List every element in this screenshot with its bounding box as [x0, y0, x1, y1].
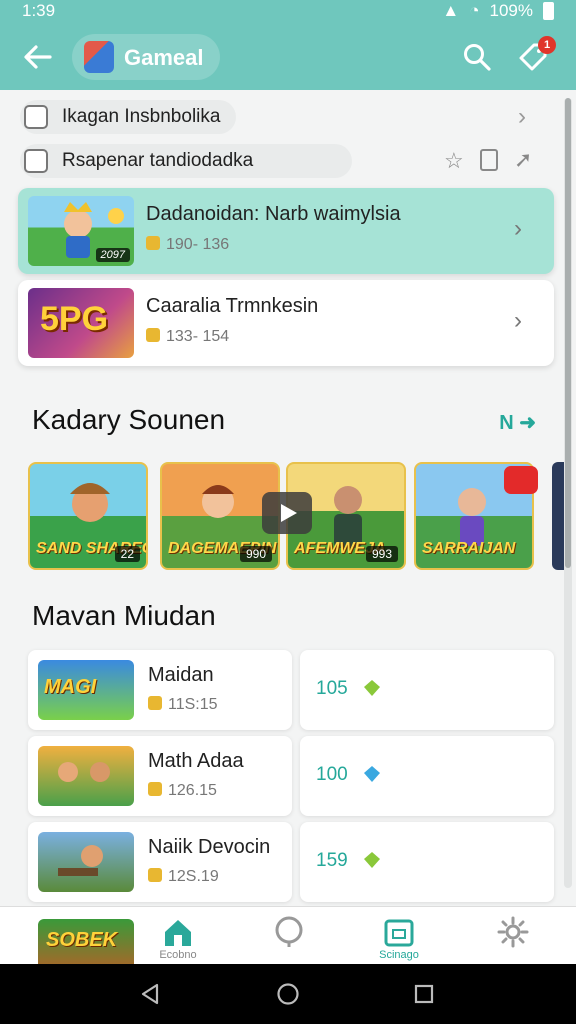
share-icon[interactable]: ➚	[514, 147, 532, 173]
thumb-logo-text: MAGI	[44, 676, 97, 698]
battery-percent: 109%	[489, 1, 533, 20]
thumb-badge: 2097	[95, 248, 130, 262]
game-thumbnail: 5PG	[28, 288, 134, 358]
status-bar: 1:39 ▲ ◔ 109%	[0, 0, 576, 24]
game-thumbnail: MAGI	[38, 660, 134, 720]
app-bar: Gameal 1	[0, 24, 576, 90]
scrollbar-thumb[interactable]	[565, 98, 571, 568]
list-item-value[interactable]: 100	[300, 736, 554, 816]
status-time: 1:39	[22, 1, 56, 20]
featured-card[interactable]: 5PG Caaralia Trmnkesin 133- 154 ›	[18, 280, 554, 366]
system-navigation-bar	[0, 964, 576, 1024]
bottom-navigation: SOBEK Ecobno Scinago	[0, 906, 576, 965]
quick-row-1[interactable]: Ikagan Insbnbolika	[20, 100, 236, 134]
green-gem-icon	[364, 680, 380, 696]
item-value: 100	[316, 764, 348, 785]
card-meta: 133- 154	[146, 328, 229, 346]
notification-badge: 1	[538, 36, 556, 54]
item-value: 159	[316, 850, 348, 871]
bookmark-icon	[24, 149, 48, 173]
chat-icon	[275, 916, 303, 947]
quick-row-label: Rsapenar tandiodadka	[62, 150, 254, 171]
thumb-logo-text: SOBEK	[46, 929, 118, 951]
featured-card[interactable]: 2097 Dadanoidan: Narb waimylsia 190- 136…	[18, 188, 554, 274]
chevron-right-icon: ›	[514, 307, 522, 334]
recents-square-icon[interactable]	[412, 982, 436, 1006]
tile-label: SARRAIJAN	[422, 540, 516, 557]
coin-icon	[148, 868, 162, 882]
item-name: Maidan	[148, 664, 214, 686]
tile-badge: 22	[114, 546, 140, 562]
tile-badge: 990	[239, 546, 272, 562]
game-thumbnail: 2097	[28, 196, 134, 266]
arrow-right-icon: ➜	[519, 412, 536, 434]
play-video-icon[interactable]	[262, 492, 312, 534]
item-name: Math Adaa	[148, 750, 244, 772]
nav-home[interactable]: Ecobno	[143, 913, 213, 965]
back-triangle-icon[interactable]	[138, 982, 162, 1006]
app-title: Gameal	[124, 45, 204, 70]
list-item[interactable]: Math Adaa 126.15	[28, 736, 292, 816]
item-meta: 12S.19	[148, 868, 219, 886]
calendar-icon[interactable]	[480, 149, 498, 171]
chevron-right-icon: ›	[514, 215, 522, 242]
tile-badge: 993	[365, 546, 398, 562]
item-meta: 126.15	[148, 782, 217, 800]
status-icons: ▲ ◔ 109%	[442, 1, 554, 21]
signal-icon: ▲	[442, 1, 460, 20]
back-arrow-icon[interactable]	[20, 40, 56, 74]
app-logo-icon	[84, 41, 114, 73]
search-icon[interactable]	[462, 42, 492, 72]
list-item-value[interactable]: 159	[300, 822, 554, 902]
chevron-right-icon[interactable]: ›	[518, 105, 540, 129]
wifi-icon: ◔	[469, 1, 480, 20]
star-icon[interactable]: ☆	[444, 148, 464, 174]
game-thumbnail	[38, 746, 134, 806]
gear-icon	[497, 916, 529, 948]
see-more-link[interactable]: N ➜	[499, 410, 536, 435]
game-tile[interactable]: SAND SHAREGS 22	[28, 462, 148, 570]
nav-label: Ecobno	[159, 949, 197, 961]
square-icon	[24, 105, 48, 129]
home-circle-icon[interactable]	[276, 982, 300, 1006]
item-name: Naiik Devocin	[148, 836, 271, 858]
nav-label: Scinago	[379, 949, 419, 961]
home-icon	[165, 920, 191, 946]
coin-icon	[146, 236, 160, 250]
tile-peek	[552, 462, 564, 570]
coin-icon	[148, 696, 162, 710]
card-meta: 190- 136	[146, 236, 229, 254]
item-meta: 11S:15	[148, 696, 218, 714]
list-item[interactable]: MAGI Maidan 11S:15	[28, 650, 292, 730]
video-badge-icon	[504, 466, 538, 494]
app-title-pill[interactable]: Gameal	[72, 34, 220, 80]
thumb-logo-text: 5PG	[40, 300, 109, 338]
mini-player-thumbnail[interactable]: SOBEK	[38, 919, 134, 965]
thumb-art	[58, 762, 110, 782]
quick-row-label: Ikagan Insbnbolika	[62, 106, 221, 127]
item-value: 105	[316, 678, 348, 699]
section-title: Mavan Miudan	[32, 600, 216, 631]
nav-settings[interactable]	[478, 913, 548, 965]
card-title: Caaralia Trmnkesin	[146, 295, 319, 317]
list-item-value[interactable]: 105	[300, 650, 554, 730]
list-item[interactable]: Naiik Devocin 12S.19	[28, 822, 292, 902]
nav-schedule[interactable]: Scinago	[364, 913, 434, 965]
blue-gem-icon	[364, 766, 380, 782]
battery-icon	[543, 2, 554, 20]
green-gem-icon	[364, 852, 380, 868]
coin-icon	[146, 328, 160, 342]
game-thumbnail	[38, 832, 134, 892]
card-title: Dadanoidan: Narb waimylsia	[146, 203, 401, 225]
coin-icon	[148, 782, 162, 796]
section-title: Kadary Sounen	[32, 404, 226, 435]
calendar-icon	[384, 919, 414, 947]
quick-row-2[interactable]: Rsapenar tandiodadka	[20, 144, 352, 178]
nav-chat[interactable]	[254, 913, 324, 965]
thumb-art	[58, 845, 103, 876]
